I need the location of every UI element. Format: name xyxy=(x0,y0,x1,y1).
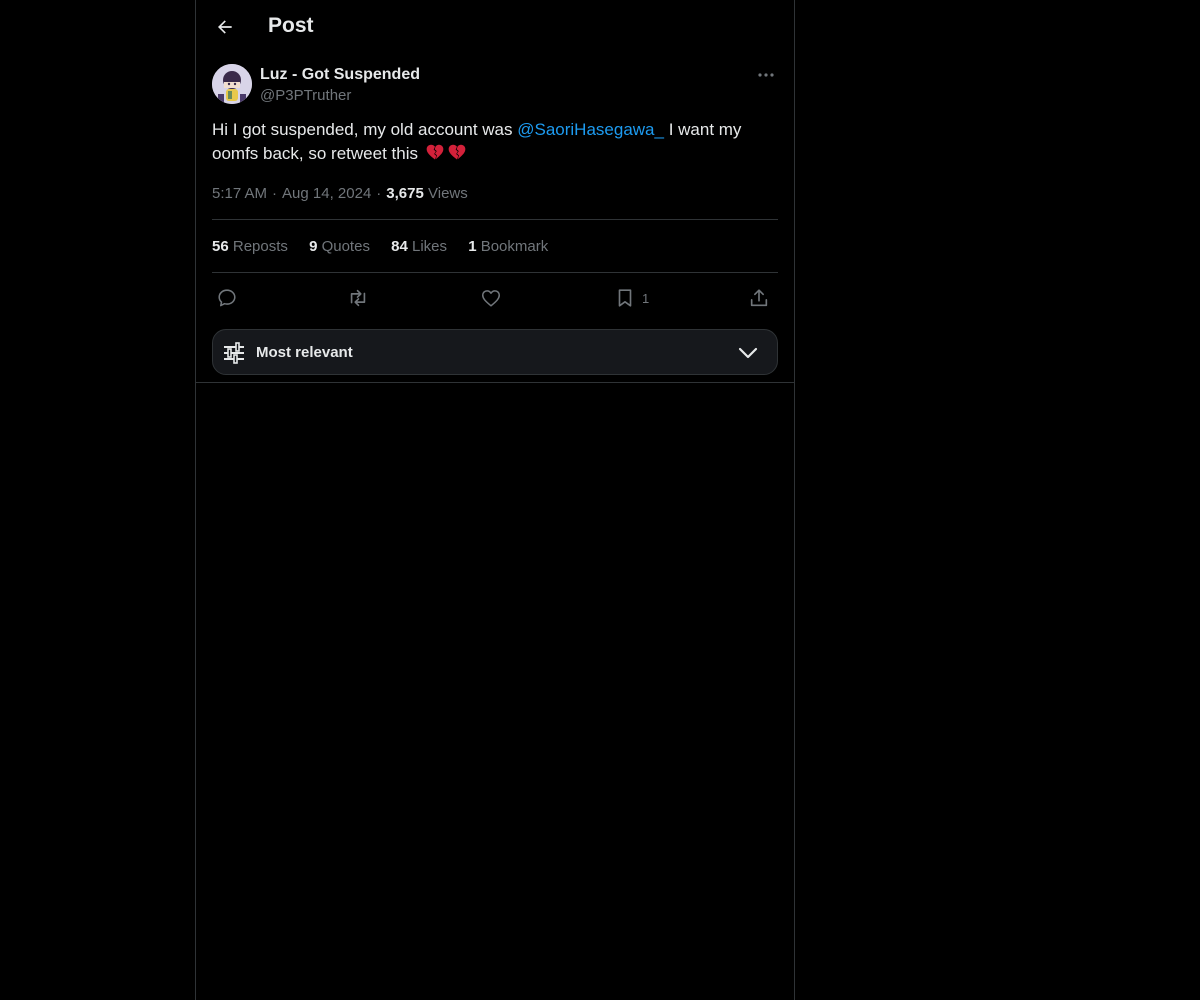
author-handle[interactable]: @P3PTruther xyxy=(260,87,351,104)
main-column: Post Luz - Got Suspended @P3PTruther Hi … xyxy=(195,0,795,1000)
post-actions: 1 xyxy=(212,284,778,312)
bookmarks-count: 1 xyxy=(468,238,477,255)
bookmark-count: 1 xyxy=(642,290,650,306)
sort-replies-dropdown[interactable]: Most relevant xyxy=(212,329,778,375)
post-stats: 56 Reposts 9 Quotes 84 Likes 1 Bookmark xyxy=(212,238,565,255)
sort-label: Most relevant xyxy=(256,344,353,361)
sliders-icon xyxy=(223,342,245,364)
likes-stat[interactable]: 84 Likes xyxy=(391,238,447,255)
likes-label: Likes xyxy=(411,238,448,255)
share-icon xyxy=(748,287,770,309)
likes-count: 84 xyxy=(391,238,408,255)
avatar[interactable] xyxy=(212,64,252,104)
reposts-stat[interactable]: 56 Reposts xyxy=(212,238,288,255)
repost-icon xyxy=(346,287,370,309)
arrow-left-icon xyxy=(215,17,235,37)
more-options-button[interactable] xyxy=(754,64,778,86)
chevron-down-icon xyxy=(737,343,759,363)
views-count: 3,675 xyxy=(386,185,424,202)
bookmark-icon xyxy=(614,287,636,309)
reposts-count: 56 xyxy=(212,238,229,255)
divider xyxy=(212,219,778,220)
top-bar: Post xyxy=(196,0,794,54)
reply-button[interactable] xyxy=(216,284,238,312)
heart-icon xyxy=(480,287,502,309)
post-text-start: Hi I got suspended, my old account was xyxy=(212,120,518,139)
like-button[interactable] xyxy=(480,284,502,312)
more-icon xyxy=(758,73,774,77)
share-button[interactable] xyxy=(748,284,770,312)
post-meta: 5:17 AM · Aug 14, 2024 · 3,675 Views xyxy=(212,185,468,202)
repost-button[interactable] xyxy=(346,284,370,312)
bookmarks-label: Bookmark xyxy=(480,238,549,255)
bookmarks-stat[interactable]: 1 Bookmark xyxy=(468,238,548,255)
separator-dot: · xyxy=(376,185,382,202)
reply-icon xyxy=(216,287,238,309)
mention-link[interactable]: @SaoriHasegawa_ xyxy=(517,120,664,139)
quotes-label: Quotes xyxy=(321,238,370,255)
post-author: Luz - Got Suspended @P3PTruther xyxy=(212,64,778,108)
quotes-count: 9 xyxy=(309,238,318,255)
author-name[interactable]: Luz - Got Suspended xyxy=(260,66,420,84)
page-title: Post xyxy=(268,14,314,37)
views-label: Views xyxy=(428,185,468,202)
broken-heart-icon xyxy=(447,142,467,162)
post-text: Hi I got suspended, my old account was @… xyxy=(212,118,778,166)
reposts-label: Reposts xyxy=(232,238,288,255)
post-date[interactable]: Aug 14, 2024 xyxy=(282,185,371,202)
separator-dot: · xyxy=(272,185,278,202)
section-divider xyxy=(196,382,794,383)
divider xyxy=(212,272,778,273)
post-time[interactable]: 5:17 AM xyxy=(212,185,267,202)
quotes-stat[interactable]: 9 Quotes xyxy=(309,238,370,255)
bookmark-button[interactable]: 1 xyxy=(614,284,649,312)
back-button[interactable] xyxy=(208,10,242,44)
broken-heart-icon xyxy=(425,142,445,162)
